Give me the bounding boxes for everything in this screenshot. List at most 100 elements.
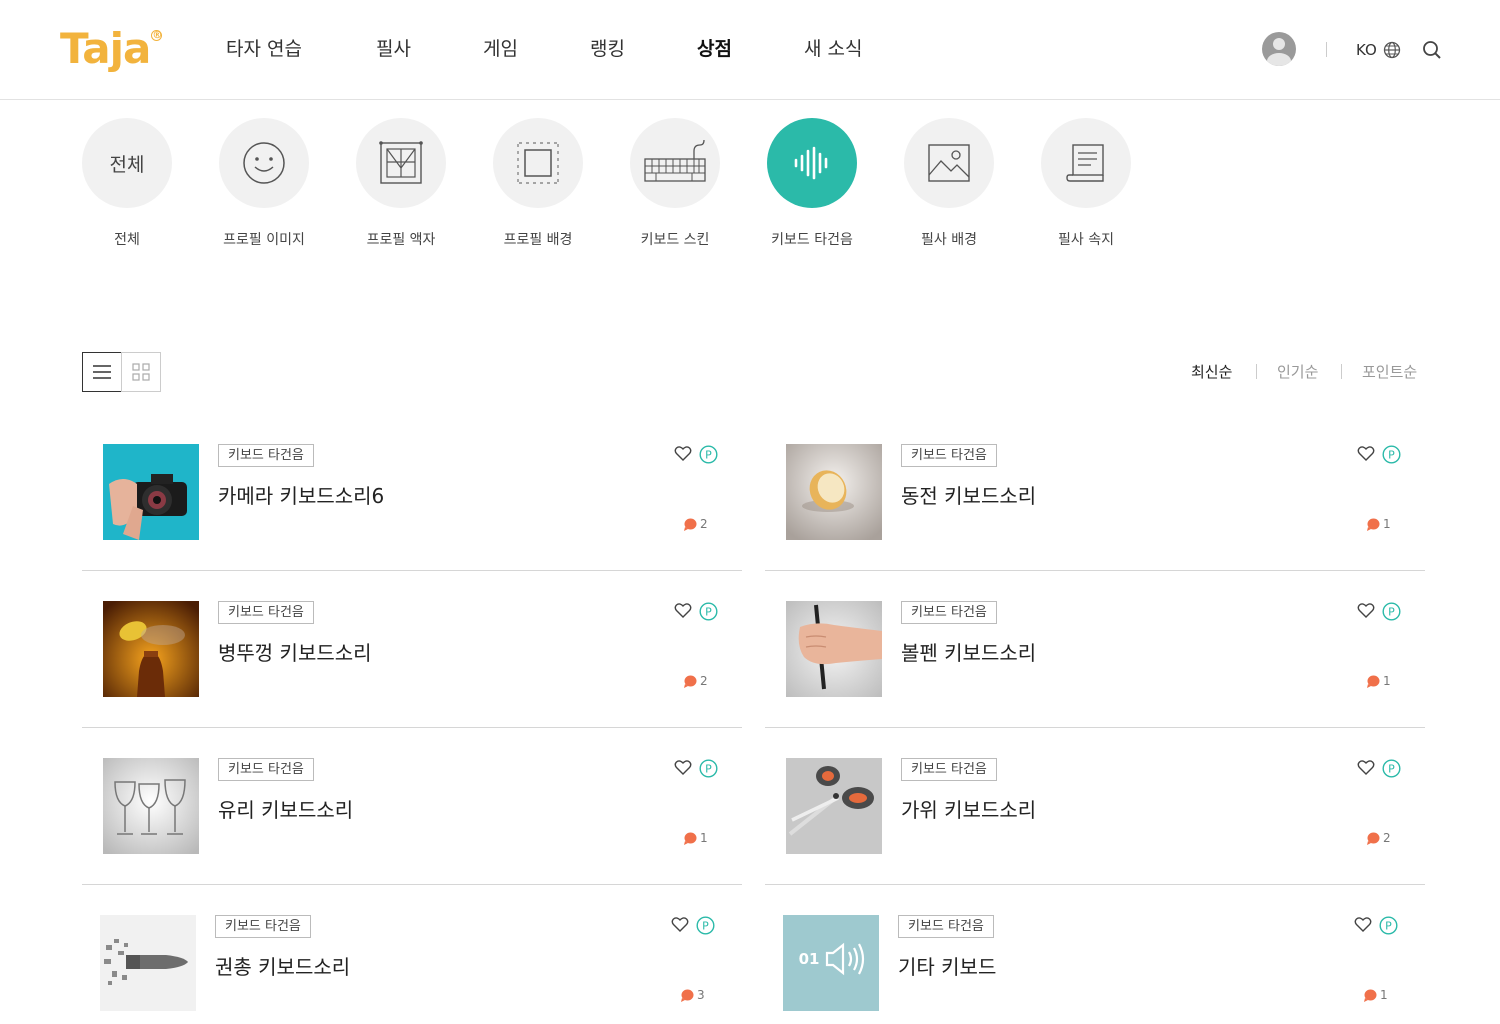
- category-transcription-background[interactable]: 필사 배경: [894, 118, 1004, 250]
- category-transcription-background-circle[interactable]: [904, 118, 994, 208]
- point-icon: P: [699, 602, 718, 621]
- item-category-tag: 키보드 타건음: [218, 758, 314, 781]
- item-thumbnail-coin[interactable]: [786, 444, 882, 540]
- list-item[interactable]: 키보드 타건음 동전 키보드소리 P 1: [765, 414, 1425, 571]
- nav-game[interactable]: 게임: [483, 36, 518, 62]
- list-item[interactable]: 키보드 타건음 볼펜 키보드소리 P 1: [765, 571, 1425, 728]
- heart-icon[interactable]: [674, 445, 692, 462]
- sort-latest[interactable]: 최신순: [1191, 362, 1232, 382]
- category-all-circle[interactable]: 전체: [82, 118, 172, 208]
- svg-text:P: P: [1388, 763, 1395, 776]
- point-icon: P: [699, 759, 718, 778]
- item-title[interactable]: 병뚜껑 키보드소리: [218, 639, 372, 667]
- item-category-tag: 키보드 타건음: [218, 444, 314, 467]
- category-profile-frame-circle[interactable]: [356, 118, 446, 208]
- heart-icon[interactable]: [1357, 759, 1375, 776]
- category-keyboard-sound[interactable]: 키보드 타건음: [757, 118, 867, 250]
- item-title[interactable]: 동전 키보드소리: [901, 482, 1036, 510]
- nav-news[interactable]: 새 소식: [804, 36, 862, 62]
- item-title[interactable]: 유리 키보드소리: [218, 796, 353, 824]
- list-item[interactable]: 키보드 타건음 카메라 키보드소리6 P 2: [82, 414, 742, 571]
- item-title[interactable]: 볼펜 키보드소리: [901, 639, 1036, 667]
- list-item[interactable]: 01 키보드 타건음 기타 키보드 P 1: [762, 885, 1422, 1024]
- category-keyboard-sound-circle[interactable]: [767, 118, 857, 208]
- point-icon: P: [1379, 916, 1398, 935]
- item-thumbnail-camera[interactable]: [103, 444, 199, 540]
- comment-icon: [1367, 675, 1380, 688]
- header-divider: [1326, 42, 1327, 57]
- search-icon[interactable]: [1422, 40, 1442, 60]
- comment-count: 2: [1383, 831, 1391, 845]
- image-icon: [928, 144, 970, 182]
- grid-view-button[interactable]: [121, 352, 161, 392]
- comment-count: 1: [1383, 517, 1391, 531]
- svg-text:P: P: [705, 606, 712, 619]
- item-thumbnail-bottlecap[interactable]: [103, 601, 199, 697]
- svg-text:P: P: [1385, 920, 1392, 933]
- heart-icon[interactable]: [1357, 445, 1375, 462]
- comment-icon: [684, 675, 697, 688]
- item-thumbnail-scissors[interactable]: [786, 758, 882, 854]
- smiley-icon: [243, 142, 285, 184]
- category-profile-background-circle[interactable]: [493, 118, 583, 208]
- category-keyboard-skin-circle[interactable]: [630, 118, 720, 208]
- point-icon: P: [1382, 445, 1401, 464]
- background-icon: [517, 142, 559, 184]
- globe-icon[interactable]: [1383, 41, 1401, 59]
- category-transcription-paper-circle[interactable]: [1041, 118, 1131, 208]
- nav-ranking[interactable]: 랭킹: [590, 36, 625, 62]
- point-icon: P: [1382, 759, 1401, 778]
- comment-icon: [1367, 518, 1380, 531]
- comment-icon: [684, 518, 697, 531]
- nav-store[interactable]: 상점: [686, 36, 743, 62]
- category-all[interactable]: 전체 전체: [72, 118, 182, 250]
- category-profile-frame[interactable]: 프로필 액자: [346, 118, 456, 250]
- category-transcription-paper[interactable]: 필사 속지: [1031, 118, 1141, 250]
- item-category-tag: 키보드 타건음: [901, 444, 997, 467]
- nav-transcription[interactable]: 필사: [376, 36, 411, 62]
- site-header: Taja ® 타자 연습 필사 게임 랭킹 상점 새 소식 KO: [0, 0, 1500, 100]
- category-label: 키보드 스킨: [640, 232, 710, 248]
- nav-typing-practice[interactable]: 타자 연습: [226, 36, 302, 62]
- frame-icon: [379, 141, 423, 184]
- category-keyboard-skin[interactable]: 키보드 스킨: [620, 118, 730, 250]
- item-title[interactable]: 권총 키보드소리: [215, 953, 350, 981]
- sort-divider: [1341, 364, 1342, 379]
- heart-icon[interactable]: [674, 602, 692, 619]
- svg-text:P: P: [702, 920, 709, 933]
- category-label: 전체: [114, 232, 140, 248]
- item-title[interactable]: 카메라 키보드소리6: [218, 482, 384, 510]
- list-icon: [93, 365, 111, 379]
- heart-icon[interactable]: [1357, 602, 1375, 619]
- point-icon: P: [696, 916, 715, 935]
- language-label[interactable]: KO: [1356, 40, 1377, 60]
- item-thumbnail-bullet[interactable]: [100, 915, 196, 1011]
- item-title[interactable]: 가위 키보드소리: [901, 796, 1036, 824]
- list-item[interactable]: 키보드 타건음 가위 키보드소리 P 2: [765, 728, 1425, 885]
- taja-logo[interactable]: Taja ®: [60, 24, 163, 74]
- point-icon: P: [1382, 602, 1401, 621]
- svg-text:P: P: [1388, 606, 1395, 619]
- sort-popular[interactable]: 인기순: [1277, 362, 1318, 382]
- item-thumbnail-speaker[interactable]: 01: [783, 915, 879, 1011]
- list-view-button[interactable]: [82, 352, 122, 392]
- list-item[interactable]: 키보드 타건음 권총 키보드소리 P 3: [79, 885, 739, 1024]
- heart-icon[interactable]: [671, 916, 689, 933]
- comment-count: 1: [1380, 988, 1388, 1002]
- sort-points[interactable]: 포인트순: [1362, 362, 1417, 382]
- heart-icon[interactable]: [1354, 916, 1372, 933]
- user-avatar[interactable]: [1262, 32, 1296, 66]
- comment-count: 2: [700, 517, 708, 531]
- item-thumbnail-pen[interactable]: [786, 601, 882, 697]
- heart-icon[interactable]: [674, 759, 692, 776]
- category-profile-image[interactable]: 프로필 이미지: [209, 118, 319, 250]
- list-item[interactable]: 키보드 타건음 병뚜껑 키보드소리 P 2: [82, 571, 742, 728]
- item-thumbnail-glass[interactable]: [103, 758, 199, 854]
- item-title[interactable]: 기타 키보드: [898, 953, 996, 981]
- category-label: 필사 속지: [1058, 232, 1114, 248]
- category-profile-background[interactable]: 프로필 배경: [483, 118, 593, 250]
- comment-icon: [684, 832, 697, 845]
- category-profile-image-circle[interactable]: [219, 118, 309, 208]
- category-label: 키보드 타건음: [771, 232, 853, 248]
- list-item[interactable]: 키보드 타건음 유리 키보드소리 P 1: [82, 728, 742, 885]
